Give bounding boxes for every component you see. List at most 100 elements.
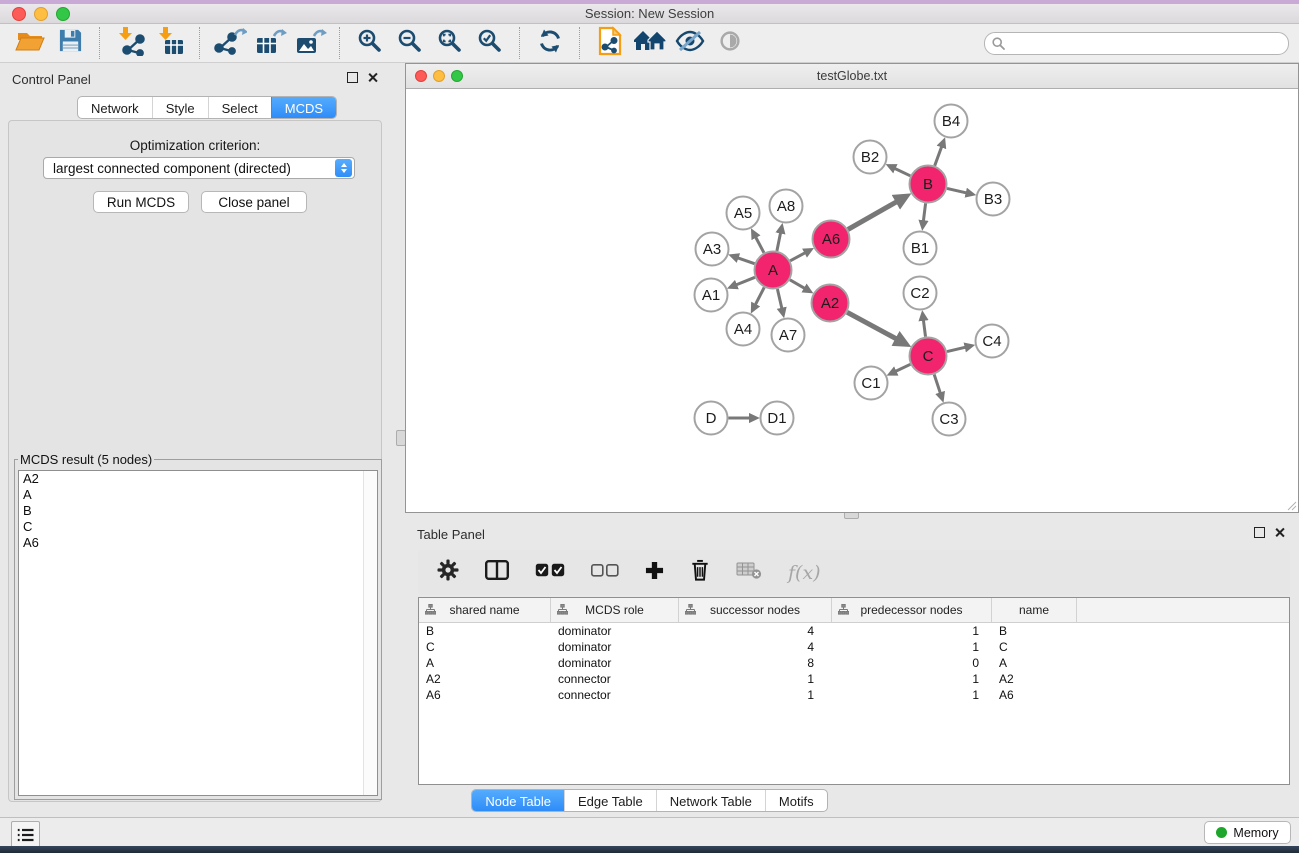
graph-node-B4[interactable]: B4 xyxy=(935,105,968,138)
graph-edge-B-B1[interactable] xyxy=(923,203,925,221)
delete-column-button[interactable] xyxy=(677,553,723,593)
graph-edge-A6-B[interactable] xyxy=(848,202,897,230)
zoom-fit-button[interactable] xyxy=(430,25,470,61)
zoom-in-button[interactable] xyxy=(350,25,390,61)
graph-node-C[interactable]: C xyxy=(910,338,947,375)
tab-style[interactable]: Style xyxy=(152,97,208,118)
table-float-panel-icon[interactable] xyxy=(1254,527,1265,538)
deselect-all-button[interactable] xyxy=(578,553,632,593)
graph-edge-B-B4[interactable] xyxy=(935,147,942,166)
graph-edge-A-A4[interactable] xyxy=(755,287,764,304)
graph-edge-C-C1[interactable] xyxy=(896,364,911,371)
zoom-out-button[interactable] xyxy=(390,25,430,61)
column-header-MCDS-role[interactable]: MCDS role xyxy=(551,598,679,622)
show-all-button[interactable] xyxy=(710,25,750,61)
tab-network-table[interactable]: Network Table xyxy=(656,790,765,811)
column-header-successor-nodes[interactable]: successor nodes xyxy=(679,598,832,622)
network-window-titlebar[interactable]: testGlobe.txt xyxy=(406,64,1298,89)
mcds-result-item[interactable]: A2 xyxy=(19,471,377,487)
graph-node-D1[interactable]: D1 xyxy=(761,402,794,435)
graph-node-A4[interactable]: A4 xyxy=(727,313,760,346)
graph-edge-A-A1[interactable] xyxy=(736,277,755,285)
tab-motifs[interactable]: Motifs xyxy=(765,790,827,811)
export-image-button[interactable] xyxy=(290,25,330,61)
close-panel-button[interactable]: Close panel xyxy=(201,191,307,213)
graph-node-B[interactable]: B xyxy=(910,166,947,203)
table-row[interactable]: A2connector11A2 xyxy=(419,671,1289,687)
graph-node-A5[interactable]: A5 xyxy=(727,197,760,230)
graph-edge-C-C2[interactable] xyxy=(923,320,925,337)
graph-node-A8[interactable]: A8 xyxy=(770,190,803,223)
graph-edge-A-A6[interactable] xyxy=(790,253,805,261)
import-table-button[interactable] xyxy=(150,25,190,61)
graph-node-C2[interactable]: C2 xyxy=(904,277,937,310)
graph-node-A2[interactable]: A2 xyxy=(812,285,849,322)
float-panel-icon[interactable] xyxy=(347,72,358,83)
tab-mcds[interactable]: MCDS xyxy=(271,97,336,118)
open-file-button[interactable] xyxy=(10,25,50,61)
graph-node-A6[interactable]: A6 xyxy=(813,221,850,258)
graph-edge-A-A2[interactable] xyxy=(790,280,805,289)
table-row[interactable]: A6connector11A6 xyxy=(419,687,1289,703)
graph-node-C1[interactable]: C1 xyxy=(855,367,888,400)
graph-edge-A-A5[interactable] xyxy=(756,237,764,253)
graph-edge-A-A3[interactable] xyxy=(738,258,755,264)
mcds-list-scrollbar[interactable] xyxy=(363,471,377,795)
graph-node-D[interactable]: D xyxy=(695,402,728,435)
select-all-button[interactable] xyxy=(522,553,578,593)
hide-selected-button[interactable] xyxy=(670,25,710,61)
split-view-button[interactable] xyxy=(472,553,522,593)
graph-node-B1[interactable]: B1 xyxy=(904,232,937,265)
import-network-button[interactable] xyxy=(110,25,150,61)
home-button[interactable] xyxy=(630,25,670,61)
zoom-selected-button[interactable] xyxy=(470,25,510,61)
table-row[interactable]: Adominator80A xyxy=(419,655,1289,671)
mcds-result-list[interactable]: A2ABCA6 xyxy=(18,470,378,796)
tab-select[interactable]: Select xyxy=(208,97,271,118)
search-field[interactable] xyxy=(984,32,1289,55)
graph-node-B2[interactable]: B2 xyxy=(854,141,887,174)
graph-node-A1[interactable]: A1 xyxy=(695,279,728,312)
mcds-result-item[interactable]: A xyxy=(19,487,377,503)
refresh-button[interactable] xyxy=(530,25,570,61)
tab-network[interactable]: Network xyxy=(78,97,152,118)
column-header-name[interactable]: name xyxy=(992,598,1077,622)
mcds-result-item[interactable]: C xyxy=(19,519,377,535)
save-session-button[interactable] xyxy=(50,25,90,61)
graph-node-C3[interactable]: C3 xyxy=(933,403,966,436)
graph-node-A7[interactable]: A7 xyxy=(772,319,805,352)
graph-edge-C-C4[interactable] xyxy=(947,347,966,351)
column-header-predecessor-nodes[interactable]: predecessor nodes xyxy=(832,598,992,622)
table-row[interactable]: Cdominator41C xyxy=(419,639,1289,655)
graph-edge-A-A8[interactable] xyxy=(777,233,781,251)
graph-node-B3[interactable]: B3 xyxy=(977,183,1010,216)
network-canvas[interactable]: B4 B2 B B3 A8 A5 A6 B1 A3 A C2 A1 A2 A4 A7 C4 C C1 C3 D D1 xyxy=(406,89,1298,512)
settings-button[interactable] xyxy=(424,553,472,593)
table-close-panel-icon[interactable] xyxy=(1274,527,1285,538)
resize-corner-icon[interactable] xyxy=(1286,500,1297,511)
graph-edge-B-B2[interactable] xyxy=(895,168,911,175)
mcds-result-item[interactable]: A6 xyxy=(19,535,377,551)
table-row[interactable]: Bdominator41B xyxy=(419,623,1289,639)
column-header-shared-name[interactable]: shared name xyxy=(419,598,551,622)
new-network-from-file-button[interactable] xyxy=(590,25,630,61)
graph-edge-A-A7[interactable] xyxy=(777,289,782,309)
graph-edge-B-B3[interactable] xyxy=(947,188,967,193)
graph-node-C4[interactable]: C4 xyxy=(976,325,1009,358)
tab-edge-table[interactable]: Edge Table xyxy=(564,790,656,811)
graph-edge-C-C3[interactable] xyxy=(934,375,940,394)
mcds-result-item[interactable]: B xyxy=(19,503,377,519)
close-panel-icon[interactable] xyxy=(367,72,378,83)
optimization-criterion-select[interactable]: largest connected component (directed) xyxy=(43,157,355,179)
task-history-button[interactable] xyxy=(11,821,40,848)
add-column-button[interactable] xyxy=(632,553,677,593)
memory-button[interactable]: Memory xyxy=(1204,821,1291,844)
tab-node-table[interactable]: Node Table xyxy=(472,790,564,811)
graph-node-A[interactable]: A xyxy=(755,252,792,289)
export-table-button[interactable] xyxy=(250,25,290,61)
run-mcds-button[interactable]: Run MCDS xyxy=(93,191,189,213)
graph-node-A3[interactable]: A3 xyxy=(696,233,729,266)
graph-edge-A2-C[interactable] xyxy=(847,312,897,339)
search-input[interactable] xyxy=(1009,34,1288,52)
export-network-button[interactable] xyxy=(210,25,250,61)
